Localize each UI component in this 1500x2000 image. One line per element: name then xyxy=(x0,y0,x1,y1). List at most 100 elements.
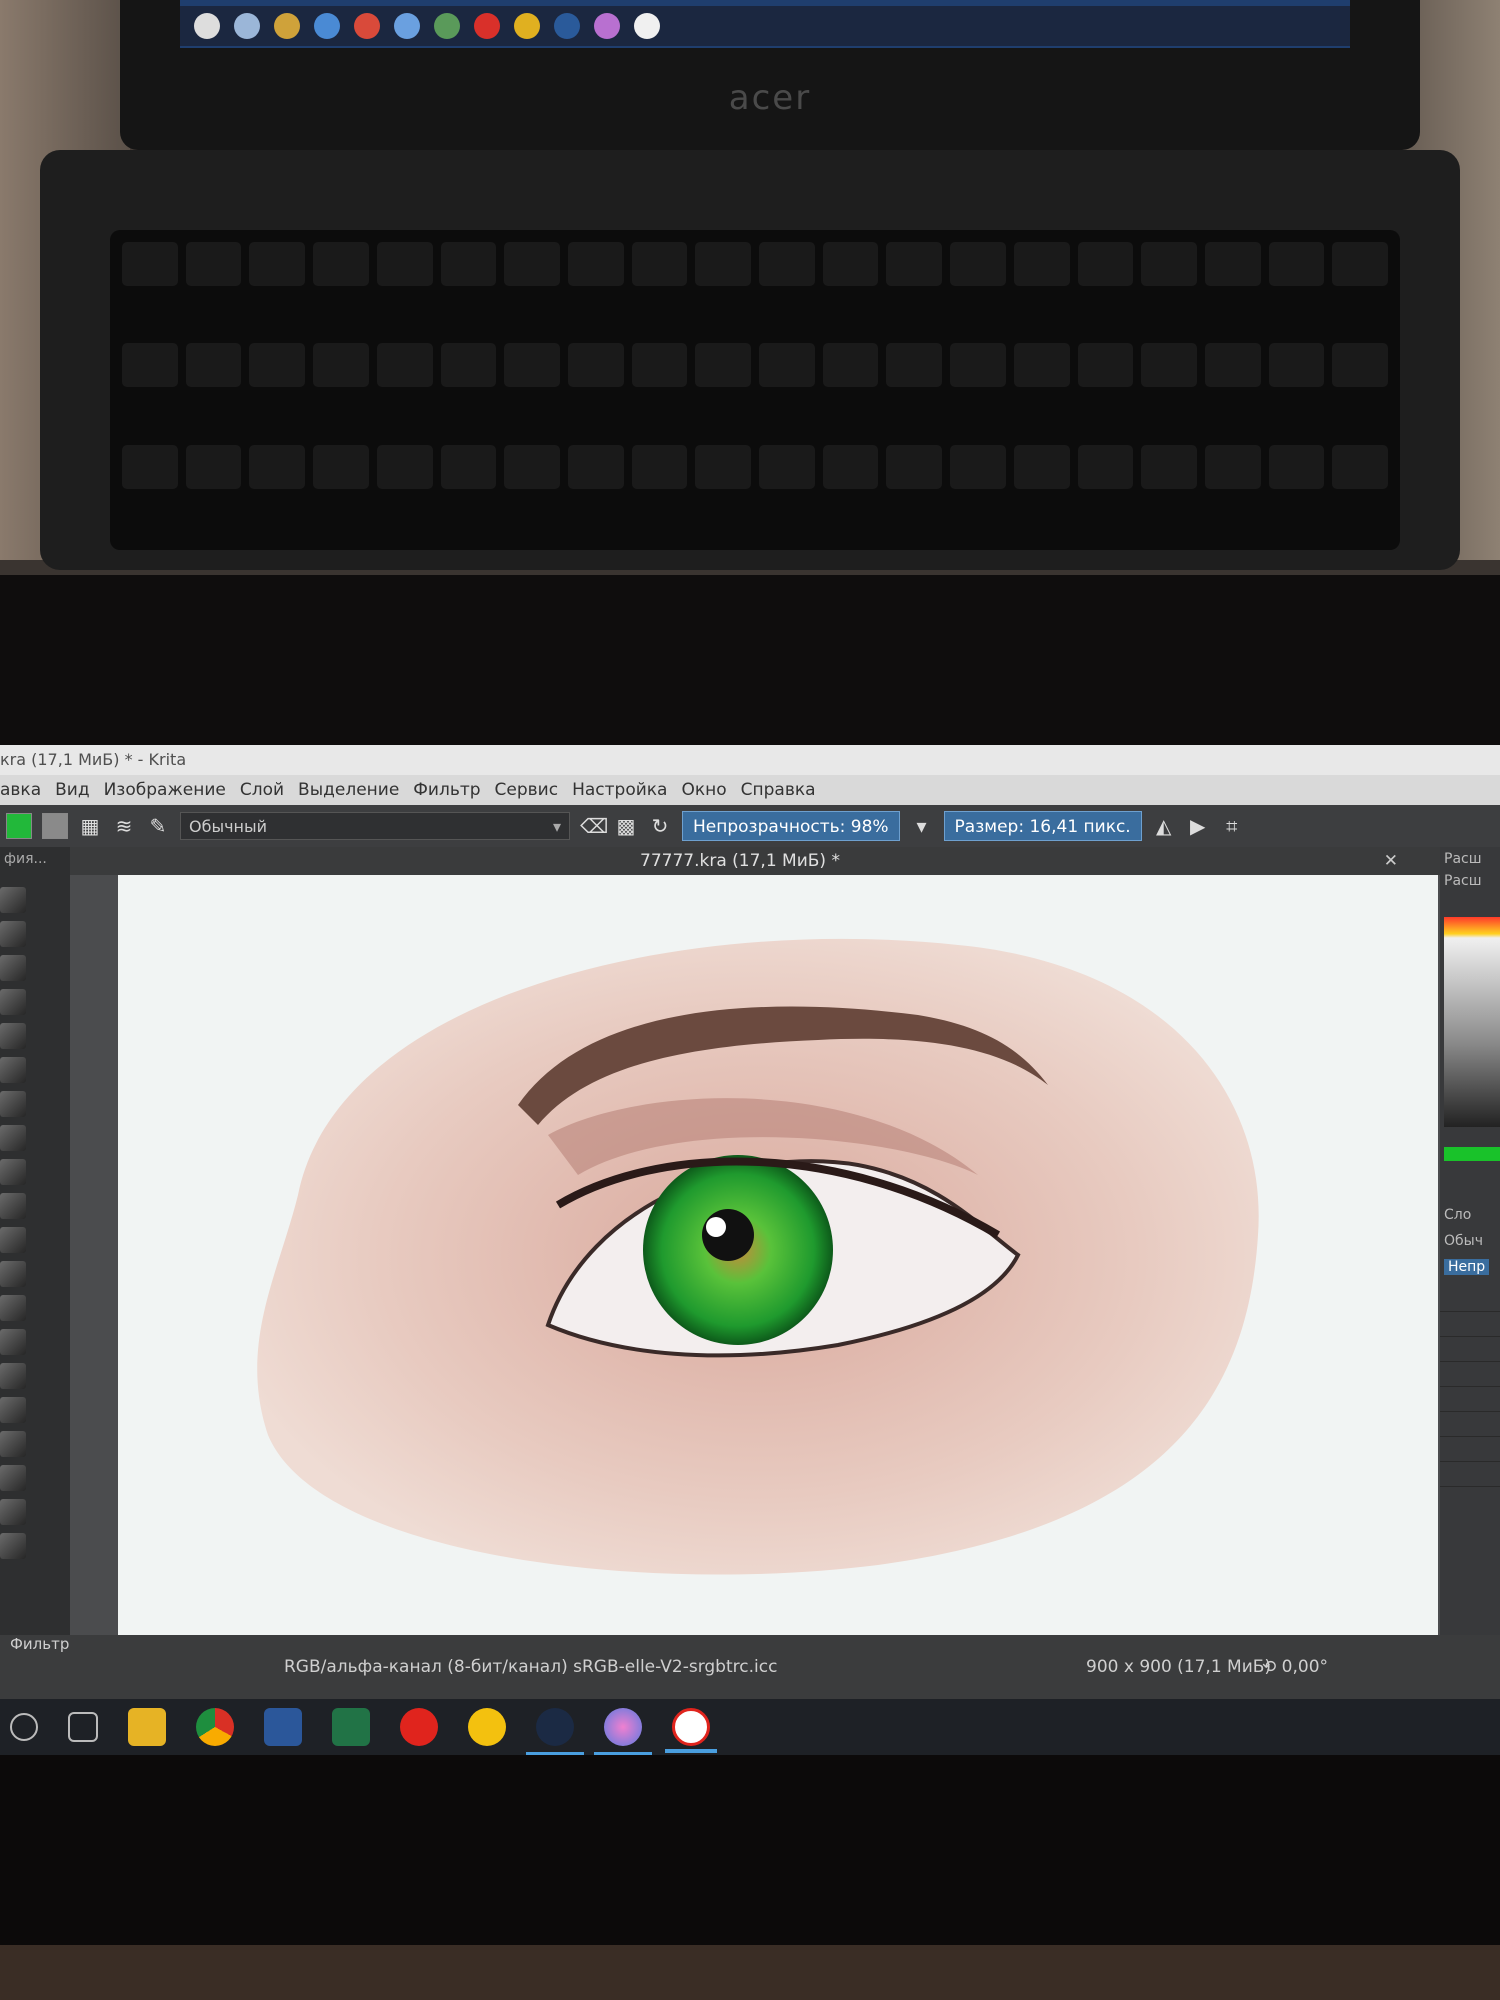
key xyxy=(1332,444,1388,489)
yandex-icon[interactable] xyxy=(400,1708,438,1746)
menu-image[interactable]: Изображение xyxy=(104,775,226,805)
file-explorer-icon[interactable] xyxy=(128,1708,166,1746)
key xyxy=(567,444,624,489)
hue-slider[interactable] xyxy=(1444,1147,1500,1161)
pattern-icon[interactable]: ▦ xyxy=(78,814,102,838)
layer-row[interactable] xyxy=(1440,1462,1500,1487)
menu-filter[interactable]: Фильтр xyxy=(413,775,480,805)
brush-preset[interactable] xyxy=(0,1159,26,1185)
menu-select[interactable]: Выделение xyxy=(298,775,399,805)
rotation-info[interactable]: ⟲ 0,00° xyxy=(1262,1657,1328,1677)
mirror-horizontal-icon[interactable]: ◭ xyxy=(1152,814,1176,838)
opacity-slider[interactable]: Непрозрачность: 98% xyxy=(682,811,900,841)
layers-header: Сло xyxy=(1444,1207,1472,1223)
chrome-icon[interactable] xyxy=(196,1708,234,1746)
brush-preset[interactable] xyxy=(0,989,26,1015)
brush-preset[interactable] xyxy=(0,1363,26,1389)
key xyxy=(122,242,178,286)
layer-row[interactable] xyxy=(1440,1387,1500,1412)
mirror-vertical-icon[interactable]: ▶ xyxy=(1186,814,1210,838)
brush-preset[interactable] xyxy=(0,1295,26,1321)
key xyxy=(1013,444,1070,489)
layer-blend-mode[interactable]: Обыч xyxy=(1444,1233,1483,1249)
brush-preset[interactable] xyxy=(0,1499,26,1525)
blend-mode-select[interactable]: Обычный xyxy=(180,812,570,841)
menu-settings[interactable]: Настройка xyxy=(572,775,667,805)
size-slider[interactable]: Размер: 16,41 пикс. xyxy=(943,811,1142,841)
brush-preset[interactable] xyxy=(0,887,26,913)
yandex-browser-icon[interactable] xyxy=(665,1708,717,1753)
layer-opacity[interactable]: Непр xyxy=(1444,1259,1490,1275)
filter-label: Фильтр xyxy=(10,1635,70,1653)
key xyxy=(950,444,1006,489)
miro-icon[interactable] xyxy=(468,1708,506,1746)
key xyxy=(122,343,178,388)
key xyxy=(249,343,306,388)
layer-row[interactable] xyxy=(1440,1412,1500,1437)
layer-row[interactable] xyxy=(1440,1437,1500,1462)
layer-row[interactable] xyxy=(1440,1312,1500,1337)
word-icon[interactable] xyxy=(264,1708,302,1746)
laptop-brand-logo: acer xyxy=(728,78,812,118)
monitor-bezel-top xyxy=(0,575,1500,745)
key xyxy=(631,444,688,489)
right-docker-panel: Расш Расш Сло Обыч Непр xyxy=(1440,847,1500,1727)
brush-preset[interactable] xyxy=(0,1533,26,1559)
reload-preset-icon[interactable]: ↻ xyxy=(648,814,672,838)
alpha-lock-icon[interactable]: ▩ xyxy=(614,814,638,838)
canvas-area[interactable] xyxy=(70,875,1440,1635)
close-icon[interactable]: ✕ xyxy=(1384,847,1398,875)
excel-icon[interactable] xyxy=(332,1708,370,1746)
brush-preset[interactable] xyxy=(0,1057,26,1083)
key xyxy=(1141,343,1197,388)
menu-edit[interactable]: авка xyxy=(0,775,41,805)
drawing-canvas[interactable] xyxy=(118,875,1438,1635)
color-selector[interactable] xyxy=(1444,917,1500,1127)
brush-preset[interactable] xyxy=(0,1125,26,1151)
brush-preset[interactable] xyxy=(0,1261,26,1287)
layer-row[interactable] xyxy=(1440,1362,1500,1387)
task-view-icon[interactable] xyxy=(68,1712,98,1742)
windows-taskbar xyxy=(0,1699,1500,1756)
brush-preset[interactable] xyxy=(0,1397,26,1423)
brush-preset[interactable] xyxy=(0,1193,26,1219)
brush-preset[interactable] xyxy=(0,1431,26,1457)
key xyxy=(440,242,497,286)
menu-layer[interactable]: Слой xyxy=(240,775,284,805)
layer-row[interactable] xyxy=(1440,1287,1500,1312)
steam-icon xyxy=(554,13,580,39)
key xyxy=(631,242,688,286)
wrap-around-icon[interactable]: ⌗ xyxy=(1220,814,1244,838)
tool-options-bar: ▦ ≋ ✎ Обычный ⌫ ▩ ↻ Непрозрачность: 98% … xyxy=(0,805,1500,847)
foreground-color-swatch[interactable] xyxy=(6,813,32,839)
menu-view[interactable]: Вид xyxy=(55,775,89,805)
brush-preset-icon[interactable]: ✎ xyxy=(146,814,170,838)
background-color-swatch[interactable] xyxy=(42,813,68,839)
search-icon[interactable] xyxy=(10,1713,38,1741)
key xyxy=(249,242,306,286)
status-bar: Фильтр RGB/альфа-канал (8-бит/канал) sRG… xyxy=(0,1635,1500,1699)
document-tab[interactable]: 77777.kra (17,1 МиБ) * ✕ xyxy=(70,847,1410,875)
brush-settings-icon[interactable]: ≋ xyxy=(112,814,136,838)
krita-icon[interactable] xyxy=(594,1708,652,1756)
brush-preset[interactable] xyxy=(0,1465,26,1491)
brush-preset[interactable] xyxy=(0,1023,26,1049)
key xyxy=(1077,343,1134,388)
layer-row[interactable] xyxy=(1440,1337,1500,1362)
brush-preset[interactable] xyxy=(0,955,26,981)
key xyxy=(376,343,433,388)
key xyxy=(822,242,879,286)
steam-icon[interactable] xyxy=(526,1708,584,1756)
brush-preset[interactable] xyxy=(0,1227,26,1253)
yandex-icon xyxy=(474,13,500,39)
key xyxy=(1332,242,1388,286)
menu-help[interactable]: Справка xyxy=(741,775,816,805)
menu-window[interactable]: Окно xyxy=(681,775,726,805)
key xyxy=(1141,242,1197,286)
brush-preset[interactable] xyxy=(0,1091,26,1117)
brush-preset[interactable] xyxy=(0,921,26,947)
opacity-dropdown-icon[interactable]: ▾ xyxy=(910,814,934,838)
menu-tools[interactable]: Сервис xyxy=(495,775,559,805)
brush-preset[interactable] xyxy=(0,1329,26,1355)
eraser-icon[interactable]: ⌫ xyxy=(580,814,608,838)
